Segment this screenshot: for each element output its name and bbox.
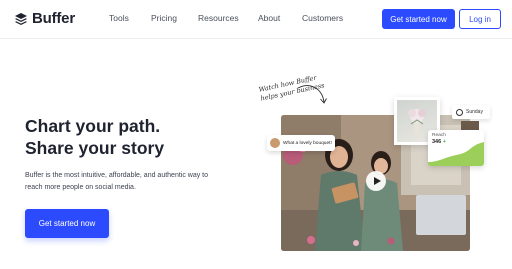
hero-title: Chart your path. Share your story xyxy=(25,115,164,159)
login-button[interactable]: Log in xyxy=(459,9,501,29)
avatar xyxy=(270,138,280,148)
schedule-day: Sunday xyxy=(466,109,483,115)
curved-arrow-icon xyxy=(297,85,327,104)
get-started-button-hero[interactable]: Get started now xyxy=(25,209,109,238)
nav-link-about[interactable]: About xyxy=(258,13,280,23)
buffer-logo-icon xyxy=(15,12,27,25)
nav-link-pricing[interactable]: Pricing xyxy=(151,13,177,23)
play-button[interactable] xyxy=(366,171,386,191)
top-navigation: Buffer Tools Pricing Resources About Cus… xyxy=(0,0,512,38)
comment-card: What a lovely bouquet! xyxy=(267,135,335,151)
schedule-card: Sunday xyxy=(452,105,490,119)
header-divider xyxy=(0,38,512,39)
nav-link-tools[interactable]: Tools xyxy=(109,13,129,23)
buffer-logo[interactable]: Buffer xyxy=(14,10,75,27)
comment-text: What a lovely bouquet! xyxy=(283,140,332,146)
brand-name: Buffer xyxy=(32,10,75,27)
nav-link-resources[interactable]: Resources xyxy=(198,13,239,23)
reach-stats-card: Reach 346 + xyxy=(428,130,484,166)
get-started-button-header[interactable]: Get started now xyxy=(382,9,455,29)
play-icon xyxy=(373,177,381,185)
hero-title-line-1: Chart your path. xyxy=(25,116,161,136)
nav-link-customers[interactable]: Customers xyxy=(302,13,343,23)
reach-growth-chart xyxy=(428,142,484,166)
reach-label: Reach xyxy=(432,133,446,138)
clock-icon xyxy=(456,108,463,116)
hero-subtitle: Buffer is the most intuitive, affordable… xyxy=(25,172,209,191)
hero-title-line-2: Share your story xyxy=(25,138,165,158)
